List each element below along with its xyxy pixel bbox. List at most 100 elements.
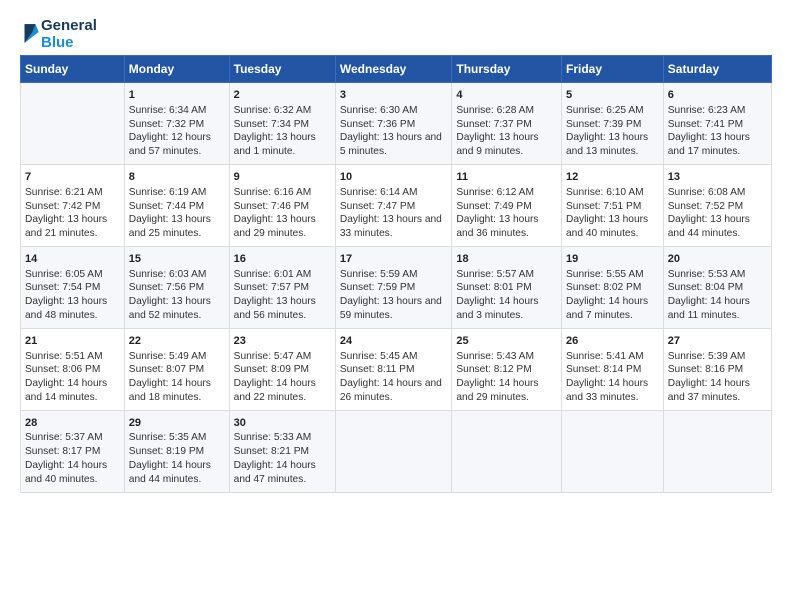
daylight: Daylight: 14 hours and 47 minutes. — [234, 459, 331, 487]
sunrise: Sunrise: 6:05 AM — [25, 268, 120, 282]
sunrise: Sunrise: 6:19 AM — [129, 186, 225, 200]
sunset: Sunset: 8:04 PM — [668, 281, 767, 295]
day-cell: 28 Sunrise: 5:37 AM Sunset: 8:17 PM Dayl… — [21, 410, 125, 492]
day-number: 23 — [234, 334, 331, 349]
day-number: 1 — [129, 88, 225, 103]
sunset: Sunset: 7:52 PM — [668, 200, 767, 214]
col-header-saturday: Saturday — [663, 56, 771, 83]
day-number: 6 — [668, 88, 767, 103]
day-number: 20 — [668, 252, 767, 267]
sunrise: Sunrise: 5:35 AM — [129, 431, 225, 445]
day-number: 24 — [340, 334, 447, 349]
sunrise: Sunrise: 6:28 AM — [456, 104, 557, 118]
week-row-3: 14 Sunrise: 6:05 AM Sunset: 7:54 PM Dayl… — [21, 246, 772, 328]
sunrise: Sunrise: 5:57 AM — [456, 268, 557, 282]
day-cell: 13 Sunrise: 6:08 AM Sunset: 7:52 PM Dayl… — [663, 164, 771, 246]
day-number: 7 — [25, 170, 120, 185]
daylight: Daylight: 13 hours and 40 minutes. — [566, 213, 659, 241]
sunrise: Sunrise: 5:33 AM — [234, 431, 331, 445]
sunset: Sunset: 7:59 PM — [340, 281, 447, 295]
day-cell: 30 Sunrise: 5:33 AM Sunset: 8:21 PM Dayl… — [229, 410, 335, 492]
day-number: 16 — [234, 252, 331, 267]
day-cell: 14 Sunrise: 6:05 AM Sunset: 7:54 PM Dayl… — [21, 246, 125, 328]
sunset: Sunset: 8:16 PM — [668, 363, 767, 377]
daylight: Daylight: 13 hours and 9 minutes. — [456, 131, 557, 159]
daylight: Daylight: 14 hours and 11 minutes. — [668, 295, 767, 323]
week-row-4: 21 Sunrise: 5:51 AM Sunset: 8:06 PM Dayl… — [21, 328, 772, 410]
sunrise: Sunrise: 5:55 AM — [566, 268, 659, 282]
day-cell: 21 Sunrise: 5:51 AM Sunset: 8:06 PM Dayl… — [21, 328, 125, 410]
day-number: 13 — [668, 170, 767, 185]
day-cell: 26 Sunrise: 5:41 AM Sunset: 8:14 PM Dayl… — [562, 328, 664, 410]
day-number: 5 — [566, 88, 659, 103]
col-header-tuesday: Tuesday — [229, 56, 335, 83]
daylight: Daylight: 13 hours and 21 minutes. — [25, 213, 120, 241]
day-cell: 18 Sunrise: 5:57 AM Sunset: 8:01 PM Dayl… — [452, 246, 562, 328]
day-cell: 17 Sunrise: 5:59 AM Sunset: 7:59 PM Dayl… — [335, 246, 451, 328]
sunset: Sunset: 8:11 PM — [340, 363, 447, 377]
col-header-friday: Friday — [562, 56, 664, 83]
day-cell — [663, 410, 771, 492]
day-cell: 16 Sunrise: 6:01 AM Sunset: 7:57 PM Dayl… — [229, 246, 335, 328]
daylight: Daylight: 12 hours and 57 minutes. — [129, 131, 225, 159]
sunrise: Sunrise: 6:32 AM — [234, 104, 331, 118]
day-cell — [452, 410, 562, 492]
daylight: Daylight: 14 hours and 29 minutes. — [456, 377, 557, 405]
sunrise: Sunrise: 5:39 AM — [668, 350, 767, 364]
daylight: Daylight: 14 hours and 7 minutes. — [566, 295, 659, 323]
col-header-wednesday: Wednesday — [335, 56, 451, 83]
sunset: Sunset: 7:56 PM — [129, 281, 225, 295]
day-number: 2 — [234, 88, 331, 103]
daylight: Daylight: 13 hours and 56 minutes. — [234, 295, 331, 323]
day-cell: 20 Sunrise: 5:53 AM Sunset: 8:04 PM Dayl… — [663, 246, 771, 328]
daylight: Daylight: 13 hours and 33 minutes. — [340, 213, 447, 241]
day-cell: 12 Sunrise: 6:10 AM Sunset: 7:51 PM Dayl… — [562, 164, 664, 246]
daylight: Daylight: 13 hours and 29 minutes. — [234, 213, 331, 241]
sunrise: Sunrise: 6:25 AM — [566, 104, 659, 118]
day-number: 12 — [566, 170, 659, 185]
sunset: Sunset: 7:37 PM — [456, 118, 557, 132]
sunrise: Sunrise: 5:45 AM — [340, 350, 447, 364]
sunset: Sunset: 7:54 PM — [25, 281, 120, 295]
daylight: Daylight: 14 hours and 22 minutes. — [234, 377, 331, 405]
day-cell: 2 Sunrise: 6:32 AM Sunset: 7:34 PM Dayli… — [229, 83, 335, 165]
day-cell: 15 Sunrise: 6:03 AM Sunset: 7:56 PM Dayl… — [124, 246, 229, 328]
sunset: Sunset: 8:12 PM — [456, 363, 557, 377]
day-number: 15 — [129, 252, 225, 267]
logo: General Blue — [20, 18, 97, 51]
daylight: Daylight: 14 hours and 18 minutes. — [129, 377, 225, 405]
day-number: 26 — [566, 334, 659, 349]
daylight: Daylight: 14 hours and 26 minutes. — [340, 377, 447, 405]
day-number: 22 — [129, 334, 225, 349]
week-row-5: 28 Sunrise: 5:37 AM Sunset: 8:17 PM Dayl… — [21, 410, 772, 492]
day-number: 11 — [456, 170, 557, 185]
header: General Blue — [20, 18, 772, 51]
day-cell: 11 Sunrise: 6:12 AM Sunset: 7:49 PM Dayl… — [452, 164, 562, 246]
sunrise: Sunrise: 6:34 AM — [129, 104, 225, 118]
sunset: Sunset: 8:06 PM — [25, 363, 120, 377]
sunrise: Sunrise: 5:41 AM — [566, 350, 659, 364]
sunrise: Sunrise: 5:59 AM — [340, 268, 447, 282]
sunset: Sunset: 8:09 PM — [234, 363, 331, 377]
daylight: Daylight: 13 hours and 36 minutes. — [456, 213, 557, 241]
sunset: Sunset: 8:02 PM — [566, 281, 659, 295]
day-number: 21 — [25, 334, 120, 349]
daylight: Daylight: 14 hours and 14 minutes. — [25, 377, 120, 405]
sunrise: Sunrise: 5:51 AM — [25, 350, 120, 364]
sunrise: Sunrise: 5:37 AM — [25, 431, 120, 445]
daylight: Daylight: 14 hours and 33 minutes. — [566, 377, 659, 405]
daylight: Daylight: 14 hours and 40 minutes. — [25, 459, 120, 487]
day-number: 14 — [25, 252, 120, 267]
logo-text: General Blue — [41, 18, 97, 51]
sunrise: Sunrise: 6:08 AM — [668, 186, 767, 200]
sunrise: Sunrise: 5:49 AM — [129, 350, 225, 364]
daylight: Daylight: 13 hours and 52 minutes. — [129, 295, 225, 323]
day-number: 3 — [340, 88, 447, 103]
daylight: Daylight: 14 hours and 3 minutes. — [456, 295, 557, 323]
day-cell: 8 Sunrise: 6:19 AM Sunset: 7:44 PM Dayli… — [124, 164, 229, 246]
day-number: 10 — [340, 170, 447, 185]
sunset: Sunset: 8:07 PM — [129, 363, 225, 377]
daylight: Daylight: 13 hours and 1 minute. — [234, 131, 331, 159]
daylight: Daylight: 13 hours and 5 minutes. — [340, 131, 447, 159]
sunrise: Sunrise: 6:16 AM — [234, 186, 331, 200]
